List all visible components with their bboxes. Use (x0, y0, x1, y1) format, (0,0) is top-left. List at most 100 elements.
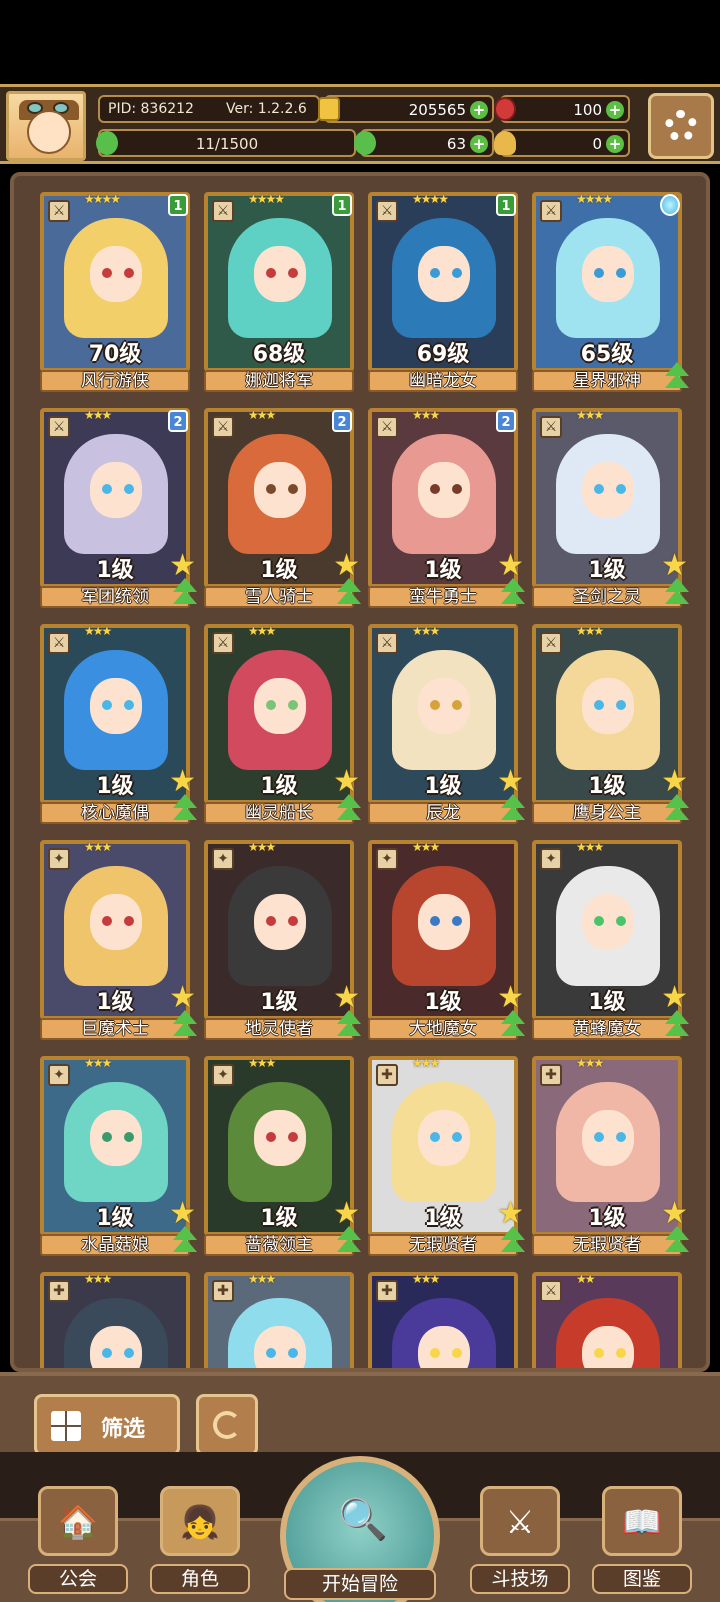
hero-eye (266, 1348, 276, 1358)
hero-face (254, 462, 306, 518)
hero-portrait-frame: ⚔ (532, 1272, 682, 1368)
hero-card[interactable]: ⚔ 68级 ★★★★ 1 娜迦将军 (204, 192, 354, 392)
hero-card[interactable]: ✚ ★★★ (368, 1272, 518, 1368)
hero-rarity-stars: ★★★ (576, 1056, 604, 1070)
hero-portrait-frame: ⚔ 1级 (532, 624, 682, 804)
hero-card[interactable]: ⚔ 1级 ★★★ 2 军团统领 ★ (40, 408, 197, 608)
add-gem-button[interactable]: + (606, 101, 624, 119)
hero-class-icon: ⚔ (212, 416, 234, 438)
nav-guild[interactable]: 🏠 公会 (28, 1486, 128, 1594)
hero-card[interactable]: ⚔ 1级 ★★★ 圣剑之灵 ★ (532, 408, 689, 608)
add-potion-button[interactable]: + (606, 135, 624, 153)
player-avatar[interactable] (6, 91, 86, 161)
hero-card[interactable]: ⚔ 1级 ★★★ 辰龙 ★ (368, 624, 525, 824)
hero-eye (430, 1348, 440, 1358)
hero-card[interactable]: ⚔ ★★ (532, 1272, 682, 1368)
hero-card[interactable]: ⚔ 70级 ★★★★ 1 风行游侠 (40, 192, 190, 392)
hero-card[interactable]: ✦ 1级 ★★★ 地灵使者 ★ (204, 840, 361, 1040)
hero-card[interactable]: ⚔ 69级 ★★★★ 1 幽暗龙女 (368, 192, 518, 392)
hero-rarity-stars: ★★★ (248, 1056, 276, 1070)
level-up-arrow-icon (170, 578, 200, 608)
add-gold-button[interactable]: + (470, 101, 488, 119)
hero-eye (288, 268, 298, 278)
hero-card[interactable]: ⚔ 1级 ★★★ 幽灵船长 ★ (204, 624, 361, 824)
hero-name-plate: 辰龙 (368, 802, 518, 824)
hero-portrait-frame: ⚔ 68级 (204, 192, 354, 372)
hero-card[interactable]: ✚ 1级 ★★★ 无瑕贤者 ★ (532, 1056, 689, 1256)
filter-label: 筛选 (101, 1417, 146, 1442)
hero-class-icon: ✚ (212, 1280, 234, 1302)
hero-eye (452, 484, 462, 494)
hero-eye (452, 916, 462, 926)
hero-face (582, 246, 634, 302)
hero-class-icon: ⚔ (540, 416, 562, 438)
hero-portrait-frame: ✦ 1级 (532, 840, 682, 1020)
hero-card[interactable]: ⚔ 1级 ★★★ 2 雪人骑士 ★ (204, 408, 361, 608)
hero-eye (616, 700, 626, 710)
filter-button[interactable]: 筛选 (34, 1394, 180, 1456)
gold-value: 205565 (408, 101, 466, 119)
hero-class-icon: ⚔ (48, 632, 70, 654)
hero-level: 65级 (580, 342, 634, 367)
hero-face (254, 246, 306, 302)
nav-codex-label: 图鉴 (592, 1564, 692, 1594)
hero-roster-panel[interactable]: ⚔ 70级 ★★★★ 1 风行游侠 ⚔ 68级 ★★★★ 1 娜迦将军 ⚔ 69级 ★★★★ 1 幽暗龙女 ⚔… (10, 172, 710, 1372)
hero-card[interactable]: ✦ 1级 ★★★ 大地魔女 ★ (368, 840, 525, 1040)
hero-portrait-frame: ⚔ 1级 (204, 624, 354, 804)
hero-card[interactable]: ✦ 1级 ★★★ 蔷薇领主 ★ (204, 1056, 361, 1256)
potion-value: 0 (592, 135, 602, 153)
hero-name: 核心魔偶 (81, 803, 149, 823)
hero-level: 1级 (96, 558, 134, 583)
nav-codex[interactable]: 📖 图鉴 (592, 1486, 692, 1594)
book-icon: 📖 (622, 1503, 662, 1541)
nav-arena-label: 斗技场 (470, 1564, 570, 1594)
hero-face (582, 894, 634, 950)
hero-face (582, 1110, 634, 1166)
hero-eye (430, 700, 440, 710)
hero-card[interactable]: ✦ 1级 ★★★ 巨魔术士 ★ (40, 840, 197, 1040)
hero-portrait-frame: ✦ 1级 (204, 840, 354, 1020)
hero-eye (266, 484, 276, 494)
hero-level: 1级 (588, 558, 626, 583)
hero-class-icon: ⚔ (540, 1280, 562, 1302)
hero-name-plate: 巨魔术士 (40, 1018, 190, 1040)
level-up-arrow-icon (170, 1010, 200, 1040)
bottom-nav: 🏠 公会 👧 角色 🔍 开始冒险 ⚔ 斗技场 📖 图鉴 (0, 1452, 720, 1602)
nav-arena[interactable]: ⚔ 斗技场 (470, 1486, 570, 1594)
add-clover-button[interactable]: + (470, 135, 488, 153)
hero-card[interactable]: ⚔ 1级 ★★★ 2 蛮牛勇士 ★ (368, 408, 525, 608)
hero-card[interactable]: ✚ ★★★ (204, 1272, 354, 1368)
hero-face (90, 1110, 142, 1166)
reset-filter-button[interactable] (196, 1394, 258, 1456)
hero-card[interactable]: ⚔ 1级 ★★★ 鹰身公主 ★ (532, 624, 689, 824)
hero-card[interactable]: ⚔ 65级 ★★★★ 星界邪神 (532, 192, 689, 392)
gold-counter: 205565 + (318, 95, 494, 123)
hero-card[interactable]: ⚔ 1级 ★★★ 核心魔偶 ★ (40, 624, 197, 824)
version-label: Ver: 1.2.2.6 (226, 101, 307, 117)
hero-card[interactable]: ✚ 1级 ★★★ 无瑕贤者 ★ (368, 1056, 525, 1256)
hero-rarity-stars: ★★★ (248, 840, 276, 854)
hero-rarity-stars: ★★★ (84, 408, 112, 422)
hero-name-plate: 幽灵船长 (204, 802, 354, 824)
settings-button[interactable] (648, 93, 714, 159)
hero-rarity-stars: ★★★★ (248, 192, 285, 206)
hero-face (90, 462, 142, 518)
hero-eye (124, 268, 134, 278)
hero-rank-badge: 2 (496, 410, 516, 432)
hero-rarity-stars: ★★★ (412, 624, 440, 638)
hero-card[interactable]: ✚ ★★★ (40, 1272, 190, 1368)
hero-rarity-stars: ★★★ (84, 1056, 112, 1070)
hero-card[interactable]: ✦ 1级 ★★★ 黄蜂魔女 ★ (532, 840, 689, 1040)
hero-eye (594, 1132, 604, 1142)
hero-eye (430, 268, 440, 278)
nav-character[interactable]: 👧 角色 (150, 1486, 250, 1594)
hero-face (418, 462, 470, 518)
level-up-arrow-icon (170, 794, 200, 824)
hero-face (418, 894, 470, 950)
hero-card[interactable]: ✦ 1级 ★★★ 水晶菇娘 ★ (40, 1056, 197, 1256)
hero-eye (124, 1132, 134, 1142)
hero-name-plate: 鹰身公主 (532, 802, 682, 824)
hero-face (582, 462, 634, 518)
hero-name-plate: 黄蜂魔女 (532, 1018, 682, 1040)
nav-start-adventure[interactable]: 🔍 开始冒险 (276, 1452, 444, 1602)
